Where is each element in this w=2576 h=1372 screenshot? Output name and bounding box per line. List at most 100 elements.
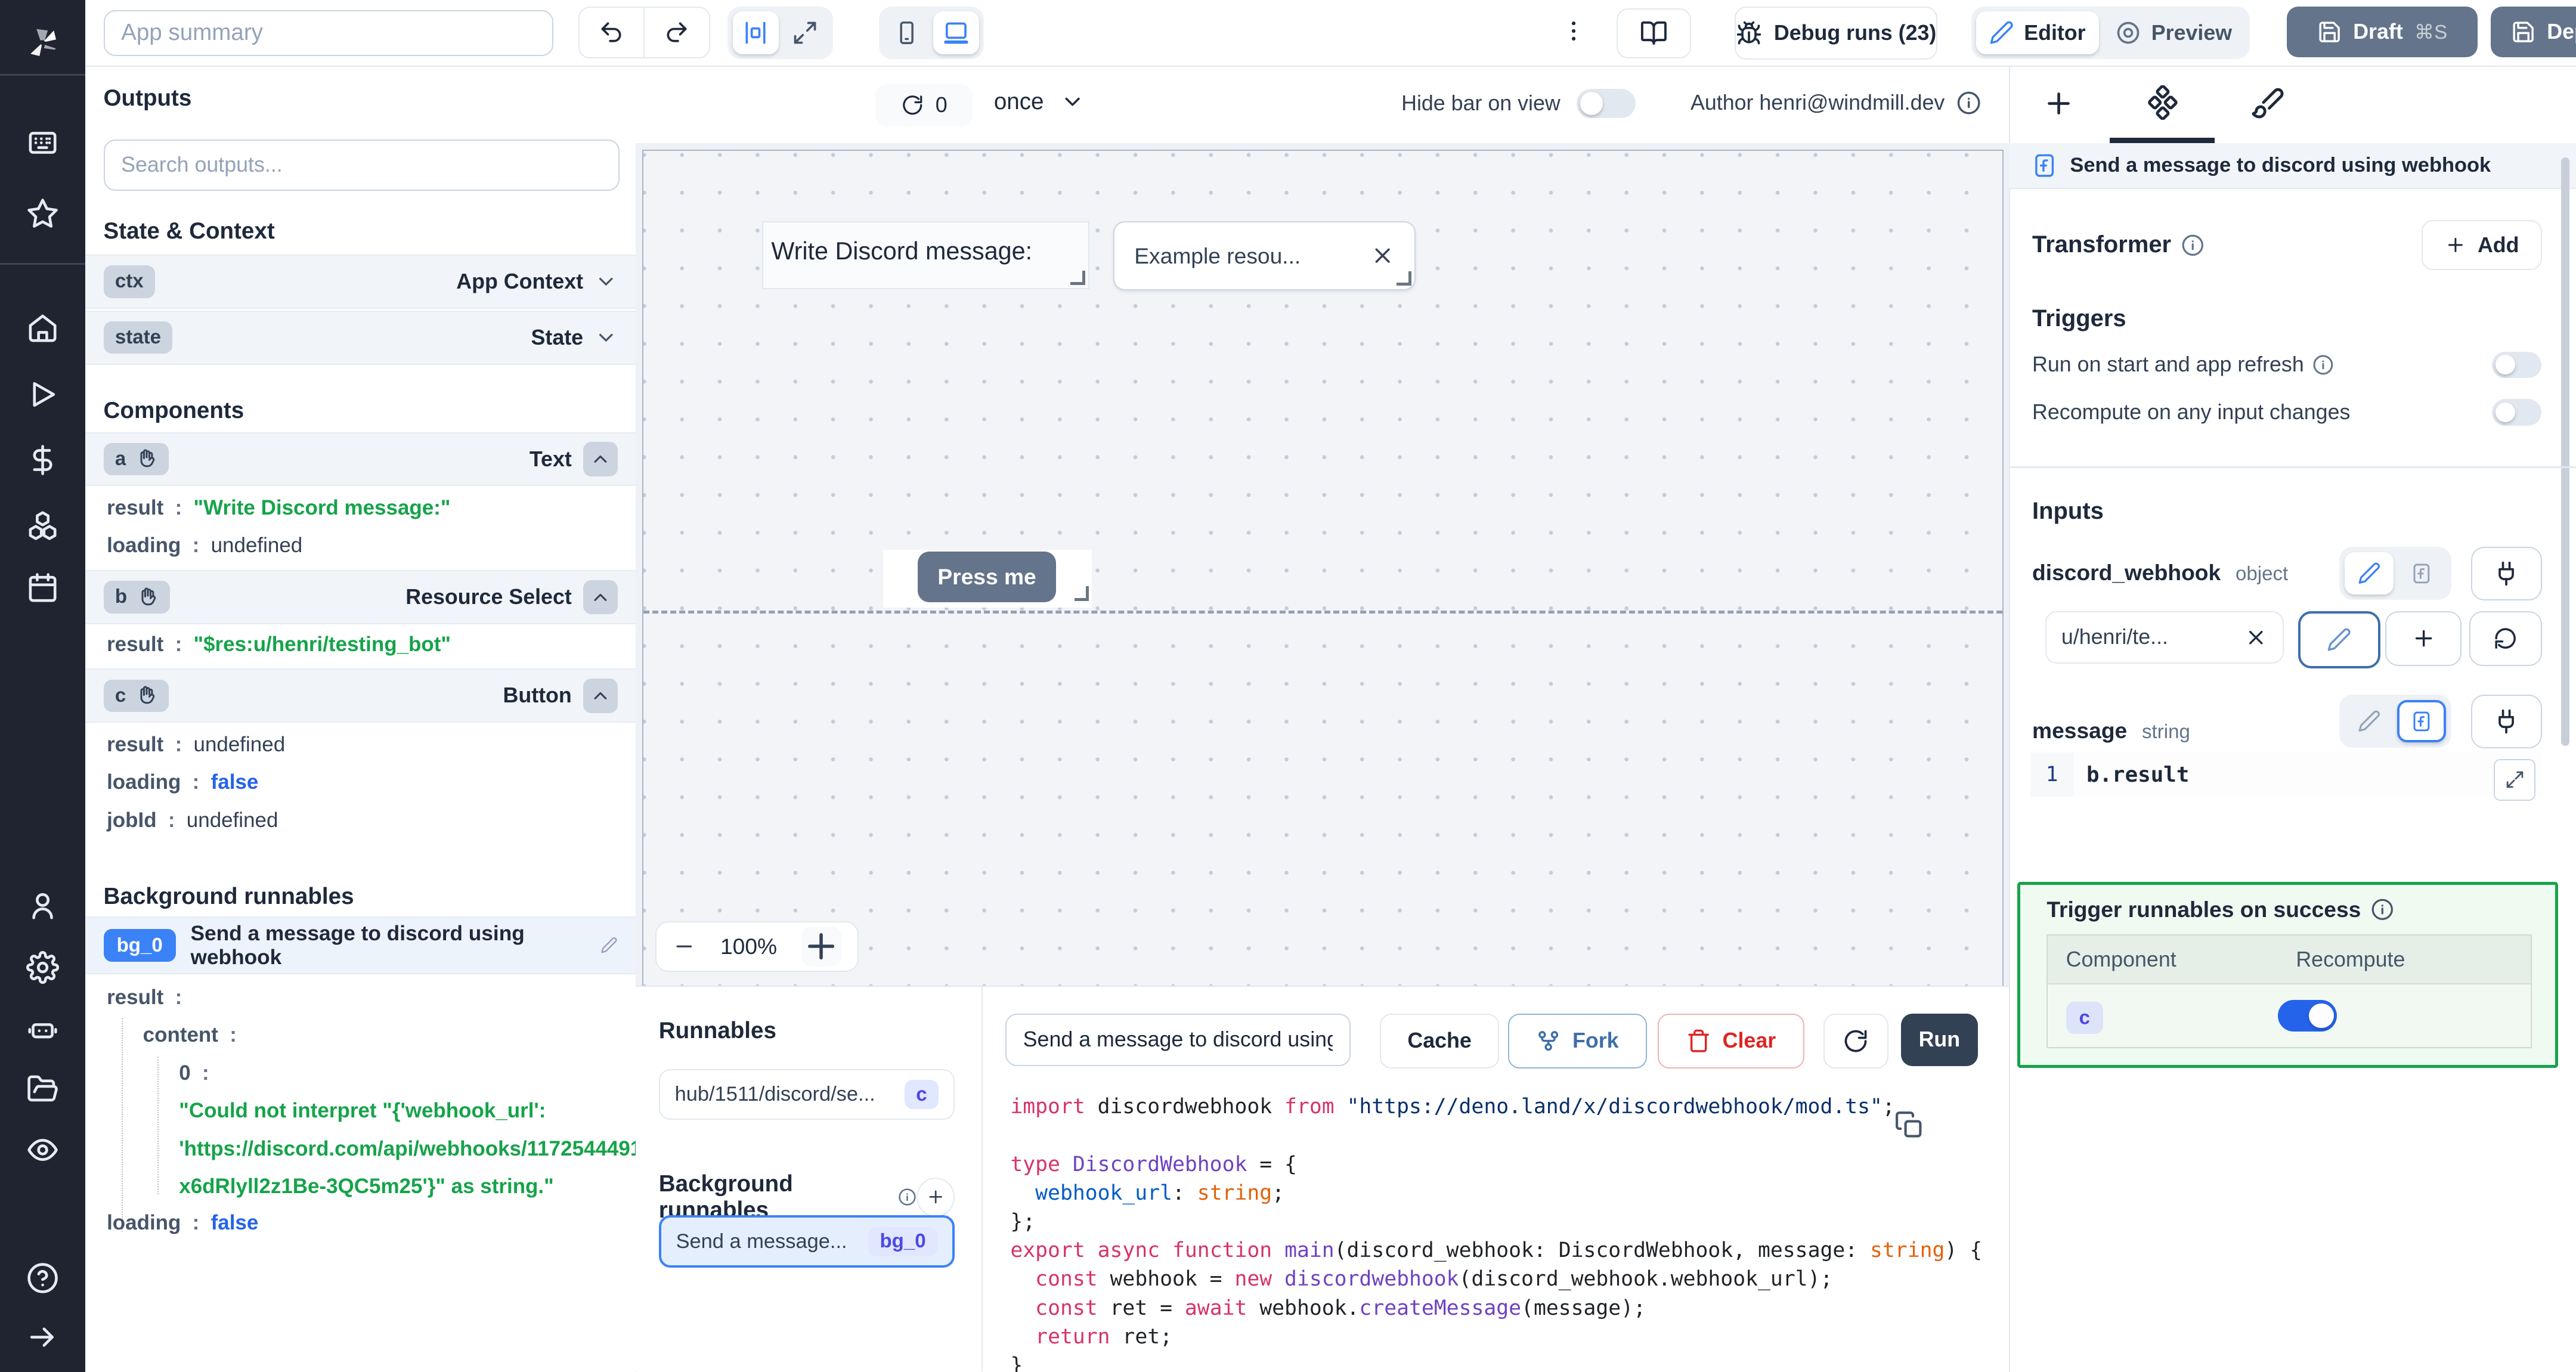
tab-preview[interactable]: Preview <box>2102 11 2245 54</box>
info-icon[interactable] <box>2181 234 2205 257</box>
sidebar-schedules-icon[interactable] <box>26 572 59 605</box>
connect-plug-button[interactable] <box>2470 547 2543 600</box>
sidebar-apps-icon[interactable] <box>26 126 59 159</box>
chevron-down-icon[interactable] <box>595 326 618 349</box>
align-centered-button[interactable] <box>732 11 779 54</box>
collapse-button[interactable] <box>583 442 618 476</box>
tree-guide <box>157 1056 159 1194</box>
clear-button[interactable]: Clear <box>1657 1013 1805 1069</box>
bg0-row[interactable]: bg_0 Send a message to discord using web… <box>85 916 636 974</box>
debug-runs-button[interactable]: Debug runs (23) <box>1735 7 1938 60</box>
resize-handle[interactable] <box>1070 270 1085 285</box>
copy-code-icon[interactable] <box>1894 1110 1924 1140</box>
component-c-row[interactable]: c Button <box>85 668 636 723</box>
sidebar-help-icon[interactable] <box>26 1262 59 1294</box>
settings-tab-components-icon[interactable] <box>2145 85 2180 120</box>
resource-select-component[interactable]: Example resou... <box>1113 221 1416 290</box>
fullscreen-button[interactable] <box>782 11 828 54</box>
run-mode-dropdown[interactable]: once <box>994 89 1085 115</box>
add-transformer-button[interactable]: Add <box>2422 220 2543 271</box>
component-b-row[interactable]: b Resource Select <box>85 570 636 624</box>
kebab-menu-icon[interactable] <box>1561 18 1587 44</box>
sidebar-resources-icon[interactable] <box>26 509 59 542</box>
draft-button[interactable]: Draft ⌘S <box>2287 7 2478 58</box>
add-resource-button[interactable] <box>2385 611 2462 667</box>
info-icon[interactable] <box>1956 91 1981 115</box>
press-me-button[interactable]: Press me <box>918 551 1056 603</box>
reload-resource-button[interactable] <box>2469 611 2543 667</box>
text-component[interactable]: Write Discord message: <box>761 221 1090 290</box>
input2-mode-segment <box>2339 695 2451 748</box>
sidebar-divider <box>0 262 86 265</box>
recompute-toggle[interactable] <box>2492 399 2542 426</box>
collapse-button[interactable] <box>583 580 618 615</box>
canvas-grid[interactable]: Write Discord message: Example resou... … <box>642 149 2004 987</box>
windmill-logo-icon[interactable] <box>24 24 61 61</box>
success-recompute-toggle[interactable] <box>2278 1000 2337 1032</box>
info-icon[interactable] <box>2312 354 2334 376</box>
resource-picker[interactable]: u/henri/te... <box>2045 611 2284 664</box>
run-label: Run <box>1918 1027 1961 1052</box>
resize-handle[interactable] <box>1397 271 1411 286</box>
connect-plug-button[interactable] <box>2470 695 2543 748</box>
pencil-icon[interactable] <box>600 936 618 954</box>
zoom-in-icon[interactable] <box>801 927 841 967</box>
sidebar-settings-gear-icon[interactable] <box>26 951 60 984</box>
eval-mode-button[interactable] <box>2397 552 2447 595</box>
deploy-button[interactable]: Deploy <box>2490 7 2576 58</box>
bg-runnable-item-selected[interactable]: Send a message... bg_0 <box>658 1215 955 1268</box>
sidebar-runs-icon[interactable] <box>26 378 59 411</box>
fork-button[interactable]: Fork <box>1508 1013 1647 1069</box>
sidebar-folders-icon[interactable] <box>26 1073 59 1105</box>
collapse-button[interactable] <box>583 678 618 713</box>
expr-editor[interactable]: 1 b.result <box>2030 752 2542 797</box>
mobile-view-button[interactable] <box>884 11 930 54</box>
trigger2-label: Recompute on any input changes <box>2032 400 2351 425</box>
sidebar-home-icon[interactable] <box>26 312 59 345</box>
code-editor[interactable]: import discordwebhook from "https://deno… <box>1010 1092 1986 1371</box>
zoom-out-icon[interactable] <box>673 935 696 958</box>
styling-tab-brush-icon[interactable] <box>2250 85 2285 120</box>
search-outputs-input[interactable] <box>103 140 620 191</box>
refresh-count-chip[interactable]: 0 <box>875 83 973 127</box>
component-a-row[interactable]: a Text <box>85 432 636 487</box>
sidebar-favorites-star-icon[interactable] <box>26 197 59 230</box>
info-icon[interactable] <box>2371 898 2394 921</box>
app-canvas[interactable]: Write Discord message: Example resou... … <box>636 143 2010 987</box>
app-summary-input[interactable] <box>103 10 554 56</box>
sidebar-audit-eye-icon[interactable] <box>26 1133 59 1166</box>
refresh-code-button[interactable] <box>1823 1013 1888 1069</box>
docs-button[interactable] <box>1617 8 1692 58</box>
clear-x-icon[interactable] <box>2244 626 2268 649</box>
edit-resource-button[interactable] <box>2298 611 2380 669</box>
right-panel-scrollbar[interactable] <box>2561 157 2569 746</box>
runnable-name-input[interactable] <box>1005 1013 1351 1067</box>
redo-button[interactable] <box>643 8 708 57</box>
insert-tab-plus-icon[interactable] <box>2042 87 2075 120</box>
expand-editor-button[interactable] <box>2494 758 2536 801</box>
cache-button[interactable]: Cache <box>1380 1013 1499 1069</box>
undo-button[interactable] <box>580 8 643 57</box>
sidebar-expand-arrow-icon[interactable] <box>26 1321 59 1354</box>
sidebar-users-icon[interactable] <box>26 889 59 922</box>
sidebar-variables-icon[interactable] <box>26 444 59 476</box>
clear-x-icon[interactable] <box>1370 243 1395 268</box>
static-mode-button[interactable] <box>2345 700 2394 743</box>
info-icon[interactable] <box>898 1187 917 1207</box>
error-line-3: x6dRlyll2z1Be-3QC5m25'}" as string." <box>179 1174 554 1198</box>
run-button[interactable]: Run <box>1900 1013 1979 1067</box>
output-kv: jobId: undefined <box>107 808 278 832</box>
chevron-down-icon[interactable] <box>595 270 618 293</box>
eval-mode-button[interactable] <box>2397 699 2447 743</box>
ctx-row[interactable]: ctx App Context <box>85 255 636 309</box>
desktop-view-button[interactable] <box>933 11 979 54</box>
hub-runnable-item[interactable]: hub/1511/discord/se... c <box>658 1069 955 1120</box>
state-row[interactable]: state State <box>85 310 636 365</box>
static-mode-button[interactable] <box>2344 552 2394 595</box>
tab-editor[interactable]: Editor <box>1976 11 2099 54</box>
run-on-start-toggle[interactable] <box>2492 351 2542 378</box>
resize-handle[interactable] <box>1074 586 1089 601</box>
add-bg-runnable-button[interactable] <box>916 1177 955 1217</box>
sidebar-workers-robot-icon[interactable] <box>26 1014 59 1046</box>
hide-bar-toggle[interactable] <box>1577 88 1636 119</box>
